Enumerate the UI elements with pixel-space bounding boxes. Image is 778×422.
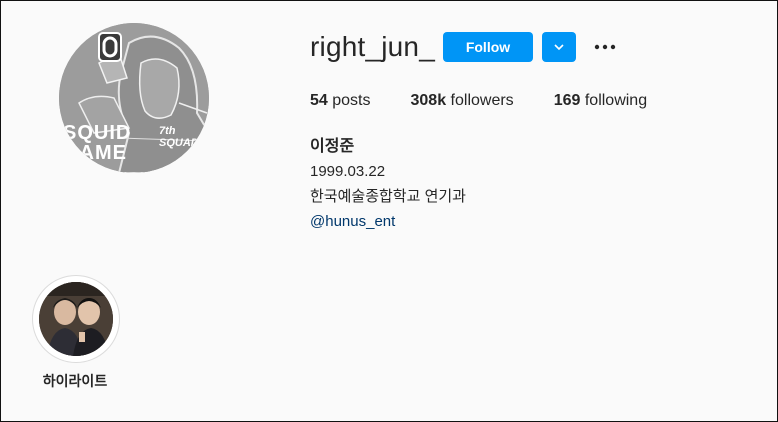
avatar-badge-text: 7th SQUAD: [159, 125, 199, 149]
story-highlight[interactable]: [32, 275, 120, 363]
stat-followers[interactable]: 308k followers: [411, 92, 514, 110]
following-count: 169: [553, 92, 581, 109]
posts-label: posts: [332, 92, 371, 109]
stat-posts: 54 posts: [310, 92, 371, 110]
profile-page: SQUID GAME 7th SQUAD right_jun_ Follow 5…: [0, 0, 778, 422]
profile-bio: 이정준 1999.03.22 한국예술종합학교 연기과 @hunus_ent: [310, 134, 466, 234]
suggested-accounts-button[interactable]: [542, 32, 576, 62]
posts-count: 54: [310, 92, 328, 109]
highlight-cover-image: [39, 282, 113, 356]
more-options-icon: [594, 44, 616, 50]
highlight-label: 하이라이트: [42, 373, 108, 389]
following-label: following: [584, 92, 648, 109]
bio-name: 이정준: [310, 138, 355, 155]
bio-link[interactable]: @hunus_ent: [310, 209, 466, 234]
avatar-title-text: SQUID GAME: [63, 122, 132, 164]
bio-birthdate: 1999.03.22: [310, 163, 386, 180]
followers-count: 308k: [410, 92, 447, 109]
profile-username: right_jun_: [310, 31, 435, 62]
profile-avatar[interactable]: SQUID GAME 7th SQUAD: [59, 23, 209, 173]
bio-school: 한국예술종합학교 연기과: [310, 188, 466, 205]
followers-label: followers: [450, 92, 514, 109]
chevron-down-icon: [554, 44, 564, 51]
more-options-button[interactable]: [591, 37, 619, 57]
profile-stats: 54 posts 308k followers 169 following: [310, 92, 687, 110]
follow-button[interactable]: Follow: [443, 32, 533, 62]
stat-following[interactable]: 169 following: [554, 92, 647, 110]
